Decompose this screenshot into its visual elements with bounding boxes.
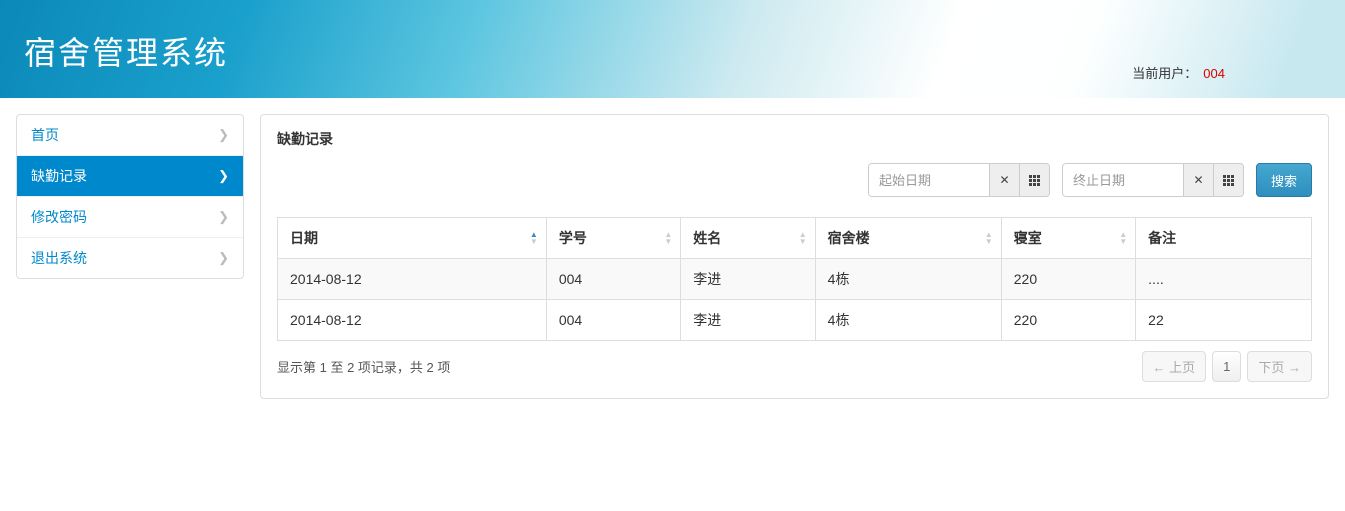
chevron-right-icon: ❯ bbox=[218, 250, 229, 266]
column-header[interactable]: 日期 ▲▼ bbox=[278, 218, 547, 259]
sidebar-item-3[interactable]: 退出系统 ❯ bbox=[17, 238, 243, 278]
sort-icon: ▲▼ bbox=[799, 231, 807, 245]
sidebar-item-label: 退出系统 bbox=[31, 248, 87, 268]
start-date-group: ✕ bbox=[868, 163, 1050, 197]
table-row: 2014-08-12004李进4栋22022 bbox=[278, 300, 1312, 341]
sidebar-item-label: 缺勤记录 bbox=[31, 166, 87, 186]
table-cell: 22 bbox=[1136, 300, 1312, 341]
table-cell: 004 bbox=[546, 300, 680, 341]
pager: ← 上页 1 下页 → bbox=[1142, 351, 1312, 382]
close-icon: ✕ bbox=[1193, 173, 1203, 187]
start-date-input[interactable] bbox=[869, 164, 989, 196]
table-cell: 220 bbox=[1001, 300, 1135, 341]
calendar-icon bbox=[1029, 175, 1040, 186]
table-cell: 004 bbox=[546, 259, 680, 300]
end-date-input[interactable] bbox=[1063, 164, 1183, 196]
table-cell: 李进 bbox=[681, 300, 815, 341]
page-title: 缺勤记录 bbox=[277, 115, 1312, 163]
sort-icon: ▲▼ bbox=[985, 231, 993, 245]
app-header: 宿舍管理系统 当前用户： 004 bbox=[0, 0, 1345, 98]
table-cell: 李进 bbox=[681, 259, 815, 300]
column-label: 姓名 bbox=[693, 230, 721, 246]
sidebar-item-1[interactable]: 缺勤记录 ❯ bbox=[17, 156, 243, 197]
table-cell: 4栋 bbox=[815, 259, 1001, 300]
end-date-picker-button[interactable] bbox=[1213, 164, 1243, 196]
current-user-label: 当前用户： bbox=[1132, 66, 1197, 81]
end-date-clear-button[interactable]: ✕ bbox=[1183, 164, 1213, 196]
prev-page-button[interactable]: ← 上页 bbox=[1142, 351, 1207, 382]
current-user: 当前用户： 004 bbox=[1132, 63, 1225, 82]
start-date-clear-button[interactable]: ✕ bbox=[989, 164, 1019, 196]
filter-bar: ✕ ✕ 搜索 bbox=[277, 163, 1312, 197]
table-footer: 显示第 1 至 2 项记录，共 2 项 ← 上页 1 下页 → bbox=[277, 351, 1312, 382]
column-label: 日期 bbox=[290, 230, 318, 246]
table-cell: 220 bbox=[1001, 259, 1135, 300]
sidebar-item-0[interactable]: 首页 ❯ bbox=[17, 115, 243, 156]
sort-icon: ▲▼ bbox=[1119, 231, 1127, 245]
main-panel: 缺勤记录 ✕ ✕ 搜索 bbox=[260, 114, 1329, 399]
app-title: 宿舍管理系统 bbox=[24, 28, 228, 74]
close-icon: ✕ bbox=[999, 173, 1009, 187]
end-date-group: ✕ bbox=[1062, 163, 1244, 197]
column-label: 备注 bbox=[1148, 230, 1176, 246]
table-cell: 4栋 bbox=[815, 300, 1001, 341]
column-label: 宿舍楼 bbox=[828, 230, 870, 246]
chevron-right-icon: ❯ bbox=[218, 168, 229, 184]
sidebar-item-label: 修改密码 bbox=[31, 207, 87, 227]
column-header[interactable]: 姓名 ▲▼ bbox=[681, 218, 815, 259]
sidebar: 首页 ❯ 缺勤记录 ❯ 修改密码 ❯ 退出系统 ❯ bbox=[16, 114, 244, 279]
sidebar-item-label: 首页 bbox=[31, 125, 59, 145]
chevron-right-icon: ❯ bbox=[218, 209, 229, 225]
sort-icon: ▲▼ bbox=[664, 231, 672, 245]
records-table: 日期 ▲▼ 学号 ▲▼ 姓名 ▲▼ 宿舍楼 ▲▼ 寝室 ▲▼ 备注 2014-08-12004李进4… bbox=[277, 217, 1312, 341]
column-header[interactable]: 备注 bbox=[1136, 218, 1312, 259]
column-label: 学号 bbox=[559, 230, 587, 246]
start-date-picker-button[interactable] bbox=[1019, 164, 1049, 196]
column-label: 寝室 bbox=[1014, 230, 1042, 246]
sort-icon: ▲▼ bbox=[530, 231, 538, 245]
records-info: 显示第 1 至 2 项记录，共 2 项 bbox=[277, 357, 450, 376]
next-page-button[interactable]: 下页 → bbox=[1247, 351, 1312, 382]
column-header[interactable]: 寝室 ▲▼ bbox=[1001, 218, 1135, 259]
table-row: 2014-08-12004李进4栋220.... bbox=[278, 259, 1312, 300]
column-header[interactable]: 学号 ▲▼ bbox=[546, 218, 680, 259]
current-user-id: 004 bbox=[1203, 66, 1225, 81]
calendar-icon bbox=[1223, 175, 1234, 186]
table-cell: 2014-08-12 bbox=[278, 300, 547, 341]
table-cell: 2014-08-12 bbox=[278, 259, 547, 300]
table-cell: .... bbox=[1136, 259, 1312, 300]
chevron-right-icon: ❯ bbox=[218, 127, 229, 143]
search-button[interactable]: 搜索 bbox=[1256, 163, 1312, 197]
sidebar-item-2[interactable]: 修改密码 ❯ bbox=[17, 197, 243, 238]
column-header[interactable]: 宿舍楼 ▲▼ bbox=[815, 218, 1001, 259]
page-1-button[interactable]: 1 bbox=[1212, 351, 1241, 382]
